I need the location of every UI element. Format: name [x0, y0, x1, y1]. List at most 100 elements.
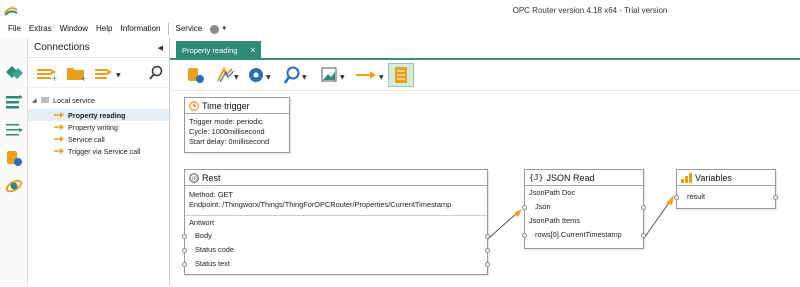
- connections-icon[interactable]: [4, 92, 24, 112]
- add-connection-icon[interactable]: +: [36, 65, 58, 81]
- input-port[interactable]: [182, 262, 187, 267]
- tree-node-local-service[interactable]: ◢ Local service: [28, 94, 169, 106]
- rest-port-status-text[interactable]: Status text: [182, 257, 490, 271]
- editor-toolbar: ▼ ▼ ▼ ▼ ▼: [170, 62, 800, 88]
- clock-icon: [189, 100, 199, 111]
- input-port[interactable]: [522, 205, 527, 210]
- title-bar: OPC Router version 4.18 x64 - Trial vers…: [0, 0, 800, 20]
- tree-item-property-reading[interactable]: Property reading: [28, 109, 169, 121]
- rest-response-section: Antwort: [185, 215, 487, 229]
- layout-icon[interactable]: [388, 63, 414, 87]
- connector-arrowhead: [514, 209, 522, 217]
- rest-title: Rest: [202, 172, 221, 183]
- output-port[interactable]: [641, 205, 646, 210]
- svg-text:+: +: [51, 74, 58, 81]
- rest-icon: {R}: [189, 172, 199, 183]
- rest-endpoint-text: Endpoint: /Thingworx/Things/ThingForOPCR…: [189, 200, 452, 209]
- output-port[interactable]: [773, 195, 778, 200]
- tree-item-service-call[interactable]: Service call: [28, 133, 169, 145]
- variables-card[interactable]: Variables result: [674, 169, 778, 209]
- connections-tree: ◢ Local service Property reading Propert…: [28, 88, 169, 157]
- output-port[interactable]: [485, 234, 490, 239]
- window-title: OPC Router version 4.18 x64 - Trial vers…: [512, 6, 668, 15]
- rest-card[interactable]: {R} Rest Method: GET Endpoint: /Thingwor…: [182, 169, 490, 275]
- connector-icon[interactable]: ▼: [354, 65, 386, 85]
- chevron-down-icon[interactable]: ▼: [221, 26, 227, 32]
- menu-bar: File Extras Window Help Information Serv…: [0, 20, 800, 38]
- gear-icon[interactable]: ▼: [246, 65, 274, 85]
- transfer-icon[interactable]: [4, 120, 24, 140]
- close-icon[interactable]: ×: [250, 41, 255, 60]
- input-port[interactable]: [674, 195, 679, 200]
- connector-arrowhead: [666, 195, 674, 205]
- menu-separator: [167, 23, 169, 35]
- input-port[interactable]: [182, 248, 187, 253]
- svg-text:+: +: [80, 74, 87, 81]
- input-port[interactable]: [522, 233, 527, 238]
- svg-text:▼: ▼: [340, 74, 345, 81]
- jsonpath-items-label: JsonPath Items: [529, 216, 580, 225]
- output-port[interactable]: [485, 262, 490, 267]
- time-trigger-body: Trigger mode: periodic Cycle: 1000millis…: [185, 114, 289, 150]
- menu-service[interactable]: Service: [172, 20, 207, 38]
- tree-item-property-writing[interactable]: Property writing: [28, 121, 169, 133]
- workflow-canvas[interactable]: Time trigger Trigger mode: periodic Cycl…: [170, 90, 800, 286]
- output-port[interactable]: [485, 248, 490, 253]
- tree-item-trigger-via-service-call[interactable]: Trigger via Service call: [28, 145, 169, 157]
- rest-port-status-code[interactable]: Status code: [182, 243, 490, 257]
- json-read-header: {J} JSON Read: [525, 170, 643, 186]
- port-label: Json: [535, 202, 551, 211]
- port-label: Body: [195, 231, 212, 240]
- connections-header: Connections ◀: [28, 38, 169, 58]
- database-settings-icon[interactable]: [186, 65, 206, 85]
- trigger-icon[interactable]: ▼: [214, 65, 240, 85]
- menu-information[interactable]: Information: [116, 20, 164, 38]
- tab-label: Property reading: [182, 46, 238, 55]
- port-label: Status text: [195, 259, 230, 268]
- search-icon[interactable]: [148, 65, 164, 81]
- port-label: rows[0].CurrentTimestamp: [535, 230, 622, 239]
- variables-port-result[interactable]: result: [674, 190, 778, 204]
- menu-help[interactable]: Help: [92, 20, 116, 38]
- svg-text:{R}: {R}: [191, 176, 199, 182]
- jsonpath-doc-label: JsonPath Doc: [529, 188, 576, 197]
- menu-window[interactable]: Window: [56, 20, 92, 38]
- tab-property-reading[interactable]: Property reading ×: [176, 41, 262, 60]
- trigger-cycle-text: Cycle: 1000millisecond: [189, 127, 265, 136]
- main-area: Property reading × ▼ ▼ ▼ ▼ ▼ Time trigge…: [170, 38, 800, 286]
- input-port[interactable]: [182, 234, 187, 239]
- tab-bar: Property reading ×: [170, 38, 800, 60]
- expand-icon[interactable]: ◢: [32, 97, 40, 104]
- menu-file[interactable]: File: [4, 20, 25, 38]
- output-port[interactable]: [641, 233, 646, 238]
- import-connection-icon[interactable]: ▼: [94, 65, 122, 81]
- port-label: Status code: [195, 245, 235, 254]
- image-icon[interactable]: ▼: [320, 65, 348, 85]
- database-settings-icon[interactable]: [4, 148, 24, 168]
- add-folder-icon[interactable]: +: [66, 65, 88, 81]
- rest-port-body[interactable]: Body: [182, 229, 490, 243]
- time-trigger-card[interactable]: Time trigger Trigger mode: periodic Cycl…: [184, 97, 290, 153]
- connection-arrow-icon: [54, 136, 64, 142]
- variables-icon: [681, 172, 692, 183]
- rest-body: Method: GET Endpoint: /Thingworx/Things/…: [185, 186, 487, 213]
- connection-arrow-icon: [54, 124, 64, 130]
- svg-text:▼: ▼: [266, 74, 271, 81]
- json-read-card[interactable]: {J} JSON Read JsonPath Doc Json JsonPath…: [522, 169, 646, 249]
- json-port-current-timestamp[interactable]: rows[0].CurrentTimestamp: [522, 228, 646, 242]
- plugins-icon[interactable]: [4, 64, 24, 84]
- monitor-icon[interactable]: [4, 176, 24, 196]
- navigation-strip: [0, 38, 28, 286]
- connections-title: Connections: [34, 42, 90, 53]
- variables-header: Variables: [677, 170, 775, 186]
- time-trigger-header: Time trigger: [185, 98, 289, 114]
- service-status-icon[interactable]: [210, 24, 220, 34]
- menu-extras[interactable]: Extras: [25, 20, 56, 38]
- json-port-json[interactable]: Json: [522, 200, 646, 214]
- json-icon: {J}: [529, 173, 544, 182]
- collapse-panel-icon[interactable]: ◀: [158, 44, 163, 52]
- connector-json-to-variables: [641, 198, 673, 242]
- search-icon[interactable]: ▼: [282, 65, 310, 85]
- trigger-mode-text: Trigger mode: periodic: [189, 117, 263, 126]
- svg-text:▼: ▼: [379, 74, 384, 81]
